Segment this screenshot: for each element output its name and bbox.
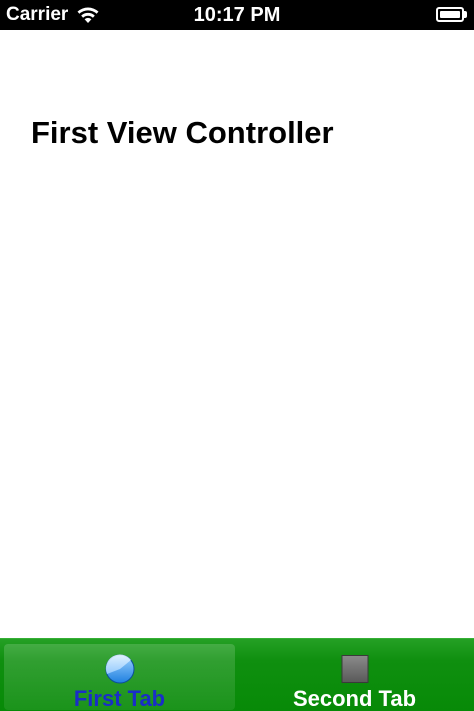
status-bar: Carrier 10:17 PM [0, 0, 474, 30]
view-controller-content: First View Controller [0, 30, 474, 638]
tab-bar: First Tab Second Tab [0, 638, 474, 711]
status-time: 10:17 PM [193, 4, 281, 26]
square-icon [341, 655, 368, 683]
tab-first[interactable]: First Tab [4, 644, 235, 711]
battery-body [436, 7, 464, 22]
pie-icon [105, 654, 135, 684]
tab-second[interactable]: Second Tab [239, 644, 470, 711]
app-screen: Carrier 10:17 PM First View Controller F… [0, 0, 474, 711]
battery-level [440, 11, 460, 18]
page-title: First View Controller [31, 115, 334, 150]
battery-tip [464, 11, 467, 18]
tab-second-label: Second Tab [292, 686, 417, 711]
battery-icon [436, 7, 468, 22]
tab-first-label: First Tab [73, 686, 166, 711]
